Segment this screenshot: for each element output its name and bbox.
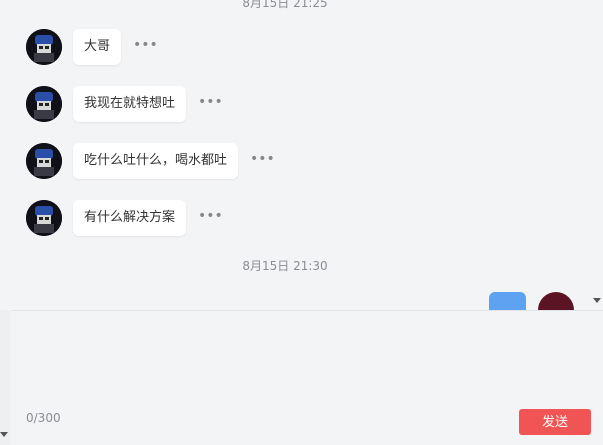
message-bubble[interactable]: 有什么解决方案 <box>73 200 187 236</box>
send-button[interactable]: 发送 <box>519 409 591 435</box>
timestamp: 8月15日 21:25 <box>242 0 328 10</box>
timestamp: 8月15日 21:30 <box>242 259 328 273</box>
avatar[interactable] <box>26 29 62 65</box>
char-count: 0/300 <box>26 411 61 425</box>
more-horizontal-icon[interactable]: ••• <box>133 38 158 55</box>
more-horizontal-icon[interactable]: ••• <box>250 152 275 169</box>
avatar[interactable] <box>26 200 62 236</box>
message-input[interactable] <box>23 317 587 411</box>
self-avatar[interactable] <box>538 292 574 310</box>
avatar[interactable] <box>26 143 62 179</box>
message-bubble[interactable]: 我现在就特想吐 <box>73 86 187 122</box>
chat-history[interactable]: 8月15日 21:25 大哥 ••• 我现在就特想吐 ••• 吃什么吐什么，喝水… <box>0 0 603 310</box>
scroll-down-icon[interactable] <box>593 298 601 303</box>
outgoing-message-bubble[interactable] <box>489 292 526 310</box>
avatar[interactable] <box>26 86 62 122</box>
message-bubble[interactable]: 吃什么吐什么，喝水都吐 <box>73 143 239 179</box>
chevron-down-icon[interactable] <box>0 432 8 437</box>
more-horizontal-icon[interactable]: ••• <box>198 209 223 226</box>
more-horizontal-icon[interactable]: ••• <box>198 95 223 112</box>
message-bubble[interactable]: 大哥 <box>73 29 122 65</box>
composer: 0/300 发送 <box>11 311 603 445</box>
